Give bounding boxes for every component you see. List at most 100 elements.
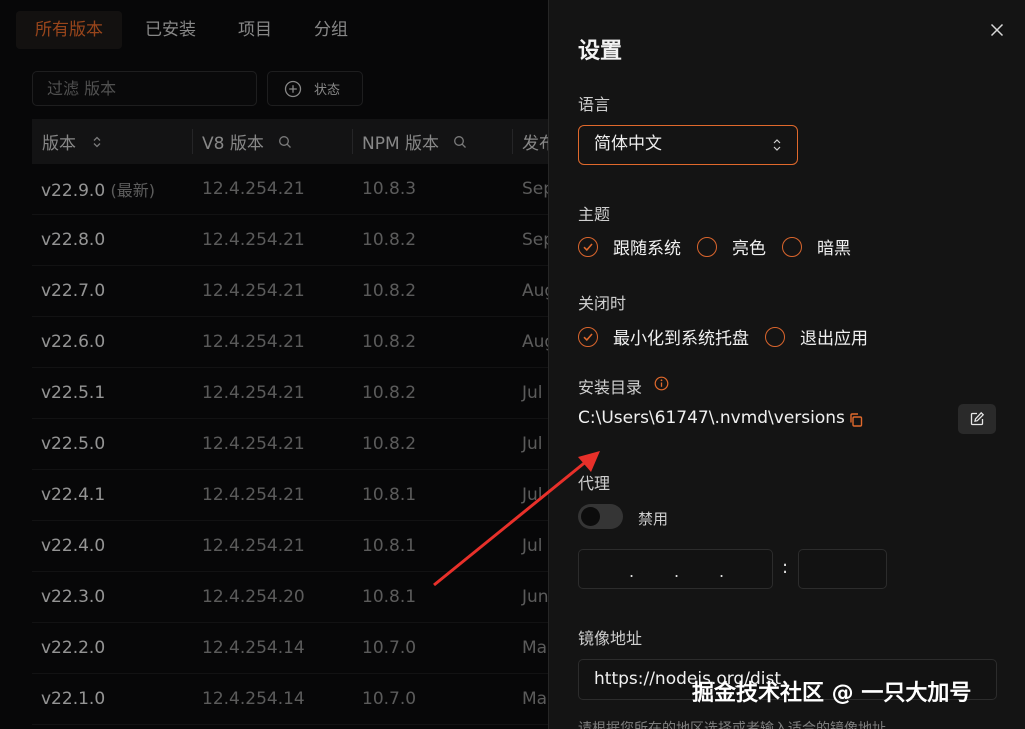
check-icon bbox=[583, 242, 593, 251]
chevron-updown-icon bbox=[773, 139, 781, 151]
proxy-toggle-label: 禁用 bbox=[638, 510, 669, 528]
theme-radio-system[interactable] bbox=[578, 236, 598, 257]
table-row[interactable]: v22.7.0 12.4.254.21 10.8.2 Aug bbox=[32, 266, 548, 317]
cell-npm-version: 10.8.2 bbox=[362, 230, 417, 250]
sort-icon[interactable] bbox=[90, 135, 104, 149]
cell-release-date: Ma bbox=[522, 638, 548, 658]
version-text: v22.6.0 bbox=[41, 332, 106, 352]
on-close-radio-minimize[interactable] bbox=[578, 326, 598, 347]
status-filter-button[interactable]: 状态 bbox=[267, 71, 363, 106]
ip-dot: . bbox=[674, 562, 680, 581]
cell-release-date: Aug bbox=[522, 281, 548, 301]
mirror-hint: 请根据您所在的地区选择或者输入适合的镜像地址 bbox=[578, 721, 886, 729]
column-version[interactable]: 版本 bbox=[32, 119, 192, 164]
search-icon[interactable] bbox=[278, 135, 292, 149]
table-row[interactable]: v22.2.0 12.4.254.14 10.7.0 Ma bbox=[32, 623, 548, 674]
check-icon bbox=[583, 332, 593, 341]
column-version-label: 版本 bbox=[42, 134, 76, 154]
on-close-radio-quit[interactable] bbox=[765, 326, 785, 347]
cell-version: v22.2.0 bbox=[32, 638, 192, 658]
version-text: v22.4.1 bbox=[41, 485, 106, 505]
cell-release-date: Ma bbox=[522, 689, 548, 709]
on-close-option-quit[interactable]: 退出应用 bbox=[800, 324, 868, 349]
cell-release-date: Aug bbox=[522, 332, 548, 352]
cell-npm-version: 10.8.2 bbox=[362, 281, 417, 301]
watermark: 掘金技术社区 @ 一只大加号 bbox=[692, 681, 972, 706]
edit-icon bbox=[970, 411, 985, 426]
language-value: 简体中文 bbox=[594, 134, 662, 154]
theme-option-dark[interactable]: 暗黑 bbox=[817, 234, 851, 259]
theme-option-light[interactable]: 亮色 bbox=[732, 234, 766, 259]
info-icon[interactable] bbox=[654, 376, 669, 391]
version-text: v22.5.0 bbox=[41, 434, 106, 454]
cell-version: v22.1.0 bbox=[32, 689, 192, 709]
theme-radio-light[interactable] bbox=[697, 236, 717, 257]
annotation-arrow bbox=[433, 451, 600, 587]
status-button-label: 状态 bbox=[314, 83, 341, 98]
on-close-radio-group: 最小化到系统托盘 退出应用 bbox=[578, 324, 884, 349]
version-text: v22.1.0 bbox=[41, 689, 106, 709]
table-row[interactable]: v22.5.1 12.4.254.21 10.8.2 Jul bbox=[32, 368, 548, 419]
install-dir-path: C:\Users\61747\.nvmd\versions bbox=[578, 408, 845, 428]
proxy-port-input[interactable] bbox=[798, 549, 887, 589]
tab-installed[interactable]: 已安装 bbox=[126, 11, 215, 49]
tab-bar: 所有版本 已安装 项目 分组 bbox=[16, 11, 371, 49]
cell-v8-version: 12.4.254.21 bbox=[202, 485, 305, 505]
latest-tag: (最新) bbox=[110, 181, 156, 200]
cell-v8-version: 12.4.254.21 bbox=[202, 179, 305, 199]
table-row[interactable]: v22.8.0 12.4.254.21 10.8.2 Sep bbox=[32, 215, 548, 266]
search-icon[interactable] bbox=[453, 135, 467, 149]
on-close-option-minimize[interactable]: 最小化到系统托盘 bbox=[613, 324, 749, 349]
cell-v8-version: 12.4.254.21 bbox=[202, 383, 305, 403]
language-select[interactable]: 简体中文 bbox=[578, 125, 798, 165]
versions-pane: 所有版本 已安装 项目 分组 过滤 版本 状态 版本 V8 版本 NPM 版本 bbox=[0, 0, 548, 729]
theme-option-system[interactable]: 跟随系统 bbox=[613, 234, 681, 259]
version-text: v22.8.0 bbox=[41, 230, 106, 250]
table-row[interactable]: v22.1.0 12.4.254.14 10.7.0 Ma bbox=[32, 674, 548, 725]
cell-release-date: Sep bbox=[522, 179, 548, 199]
cell-release-date: Sep bbox=[522, 230, 548, 250]
tab-groups[interactable]: 分组 bbox=[295, 11, 367, 49]
cell-npm-version: 10.8.3 bbox=[362, 179, 417, 199]
table-row[interactable]: v22.9.0 (最新) 12.4.254.21 10.8.3 Sep bbox=[32, 164, 548, 215]
copy-icon[interactable] bbox=[848, 412, 864, 428]
settings-drawer: 设置 语言 简体中文 主题 跟随系统 亮色 暗黑 关闭时 最小化到系统托盘 退出… bbox=[548, 0, 1025, 729]
cell-npm-version: 10.7.0 bbox=[362, 689, 417, 709]
column-npm[interactable]: NPM 版本 bbox=[352, 119, 512, 164]
cell-version: v22.6.0 bbox=[32, 332, 192, 352]
version-text: v22.7.0 bbox=[41, 281, 106, 301]
cell-version: v22.5.1 bbox=[32, 383, 192, 403]
column-release-date-label: 发布 bbox=[522, 134, 548, 154]
version-text: v22.3.0 bbox=[41, 587, 106, 607]
close-icon[interactable] bbox=[989, 22, 1005, 38]
version-text: v22.4.0 bbox=[41, 536, 106, 556]
ip-port-separator: : bbox=[782, 557, 789, 578]
column-release-date[interactable]: 发布 bbox=[512, 119, 548, 164]
language-label: 语言 bbox=[578, 95, 611, 114]
theme-radio-group: 跟随系统 亮色 暗黑 bbox=[578, 234, 867, 259]
version-text: v22.9.0 bbox=[41, 181, 106, 201]
cell-v8-version: 12.4.254.21 bbox=[202, 332, 305, 352]
mirror-label: 镜像地址 bbox=[578, 629, 643, 648]
theme-radio-dark[interactable] bbox=[782, 236, 802, 257]
on-close-label: 关闭时 bbox=[578, 294, 627, 313]
cell-npm-version: 10.7.0 bbox=[362, 638, 417, 658]
column-npm-label: NPM 版本 bbox=[362, 134, 440, 154]
plus-circle-icon bbox=[284, 80, 302, 97]
tab-projects[interactable]: 项目 bbox=[219, 11, 291, 49]
cell-version: v22.9.0 (最新) bbox=[32, 177, 192, 201]
settings-title: 设置 bbox=[578, 39, 623, 64]
filter-input[interactable]: 过滤 版本 bbox=[32, 71, 257, 106]
ip-dot: . bbox=[629, 562, 635, 581]
column-v8[interactable]: V8 版本 bbox=[192, 119, 352, 164]
version-text: v22.2.0 bbox=[41, 638, 106, 658]
cell-version: v22.4.1 bbox=[32, 485, 192, 505]
table-row[interactable]: v22.6.0 12.4.254.21 10.8.2 Aug bbox=[32, 317, 548, 368]
cell-version: v22.8.0 bbox=[32, 230, 192, 250]
edit-install-dir-button[interactable] bbox=[958, 404, 996, 434]
cell-v8-version: 12.4.254.14 bbox=[202, 689, 305, 709]
cell-npm-version: 10.8.2 bbox=[362, 332, 417, 352]
cell-version: v22.3.0 bbox=[32, 587, 192, 607]
version-text: v22.5.1 bbox=[41, 383, 106, 403]
tab-all-versions[interactable]: 所有版本 bbox=[16, 11, 122, 49]
